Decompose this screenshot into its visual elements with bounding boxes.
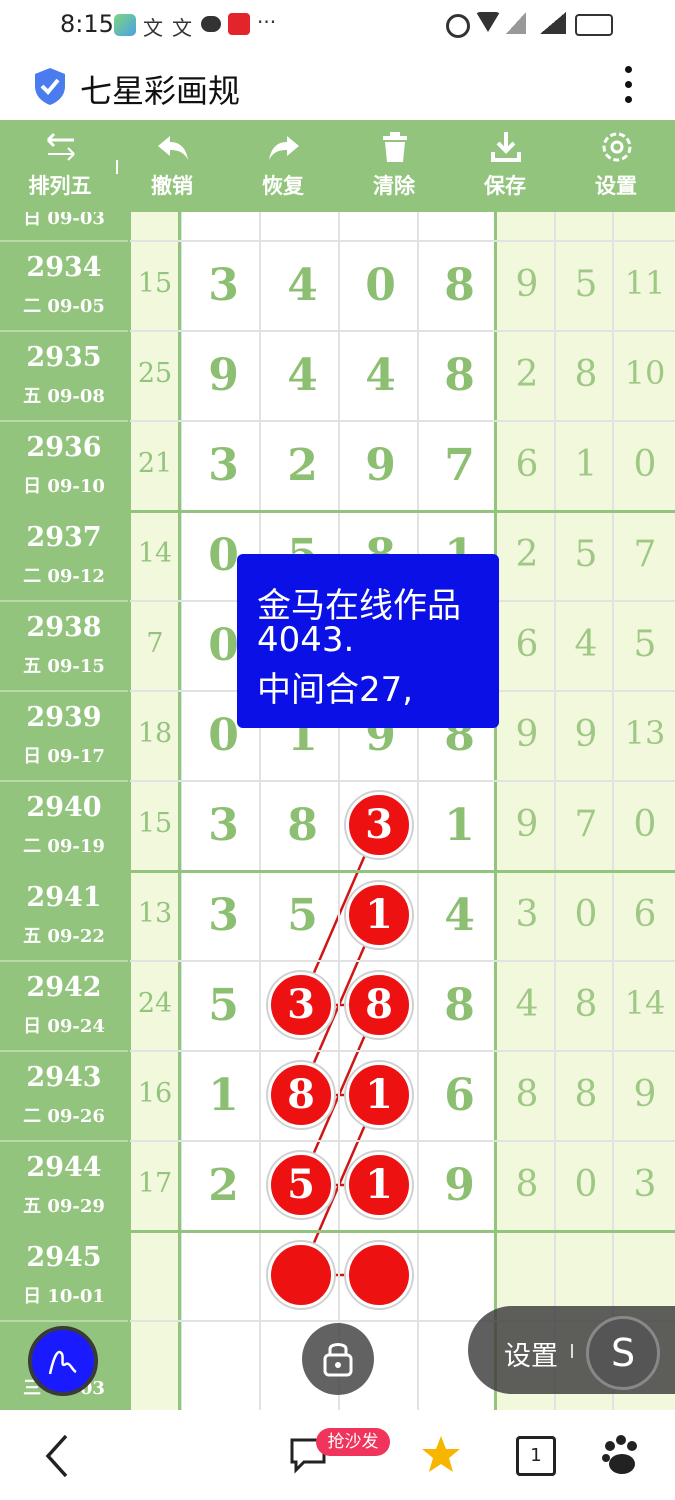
app-icon-1: [114, 14, 136, 36]
ball-col2-2945[interactable]: [268, 1242, 334, 1308]
pen-icon: [48, 1350, 77, 1375]
chat-icon: [201, 16, 221, 32]
settings-button[interactable]: 设置: [566, 120, 666, 212]
paw-icon[interactable]: [600, 1432, 642, 1476]
popup-line-2: 4043.: [257, 620, 355, 660]
battery-icon: [575, 14, 613, 36]
tab-count: 1: [530, 1445, 542, 1466]
undo-button[interactable]: 撤销: [122, 120, 222, 212]
toolbar-label-settings: 设置: [595, 174, 637, 198]
toolbar-label-redo: 恢复: [262, 174, 304, 198]
signal-icon-1: [506, 12, 526, 34]
page-title: 七星彩画规: [80, 72, 241, 110]
issue-divider: [0, 780, 128, 782]
toolbar-label-type: 排列五: [28, 174, 92, 198]
back-icon[interactable]: [42, 1434, 72, 1478]
status-bar: 8:15 文 文 ···: [0, 0, 675, 50]
news-app-icon: [228, 13, 250, 35]
translate-icon-1: 文: [143, 16, 163, 40]
ball-col3-2942[interactable]: 8: [346, 972, 412, 1038]
save-button[interactable]: 保存: [455, 120, 555, 212]
issue-divider: [0, 330, 128, 332]
toolbar-label-undo: 撤销: [151, 174, 193, 198]
redo-icon: [269, 136, 299, 160]
lock-button[interactable]: [302, 1323, 374, 1395]
ball-col2-2942[interactable]: 3: [268, 972, 334, 1038]
more-notifications: ···: [257, 10, 277, 34]
ball-col3-2944[interactable]: 1: [346, 1152, 412, 1218]
issue-divider: [0, 240, 128, 242]
grid-hline: [130, 240, 675, 242]
download-icon: [491, 132, 521, 162]
grid-hline: [130, 330, 675, 332]
grid-hline: [0, 1230, 675, 1233]
ball-col3-2941[interactable]: 1: [346, 882, 412, 948]
grid-hline: [130, 420, 675, 422]
ball-col3-2943[interactable]: 1: [346, 1062, 412, 1128]
gear-icon: [602, 132, 632, 162]
signal-icon-2: [540, 12, 566, 34]
tabs-button[interactable]: 1: [516, 1436, 556, 1476]
lottery-type-button[interactable]: 排列五: [10, 120, 110, 212]
app-bar: 七星彩画规: [0, 50, 675, 120]
issue-divider: [0, 1320, 128, 1322]
toolbar-divider: [116, 160, 118, 174]
floating-divider: [571, 1344, 573, 1358]
wifi-icon: [476, 12, 500, 32]
ball-col3-2945[interactable]: [346, 1242, 412, 1308]
swap-arrows-icon: [46, 132, 75, 161]
status-time: 8:15: [60, 10, 114, 38]
translate-icon-2: 文: [172, 16, 192, 40]
grid-hline: [0, 870, 675, 873]
issue-divider: [0, 1140, 128, 1142]
grid-hline: [130, 960, 675, 962]
issue-divider: [0, 600, 128, 602]
grid-hline: [0, 510, 675, 513]
alarm-icon: [446, 14, 470, 38]
grid-hline: [130, 1140, 675, 1142]
floating-settings-panel[interactable]: 设置 S: [468, 1306, 675, 1394]
ball-col2-2943[interactable]: 8: [268, 1062, 334, 1128]
note-popup[interactable]: 金马在线作品 4043. 中间合27,: [237, 554, 499, 728]
grid-hline: [130, 780, 675, 782]
ball-col2-2944[interactable]: 5: [268, 1152, 334, 1218]
toolbar-label-clear: 清除: [373, 174, 415, 198]
grid-hline: [130, 1050, 675, 1052]
ball-col3-2940[interactable]: 3: [346, 792, 412, 858]
lottery-grid[interactable]: 日 09-03 2934 二 09-05 15 3 4 0 8 9 5 11 2935 五 09-08…: [0, 212, 675, 1410]
shield-icon: [35, 68, 65, 105]
issue-divider: [0, 1050, 128, 1052]
popup-line-3: 中间合27,: [257, 670, 414, 710]
lock-icon: [323, 1343, 353, 1377]
clear-button[interactable]: 清除: [344, 120, 444, 212]
overflow-menu-button[interactable]: [615, 66, 643, 106]
sofa-badge: 抢沙发: [316, 1428, 390, 1456]
issue-divider: [0, 960, 128, 962]
redo-button[interactable]: 恢复: [233, 120, 333, 212]
issue-divider: [0, 420, 128, 422]
toolbar-label-save: 保存: [484, 174, 526, 198]
floating-settings-label[interactable]: 设置: [504, 1334, 558, 1373]
issue-divider: [0, 690, 128, 692]
s-button[interactable]: S: [586, 1316, 660, 1390]
pen-tool-button[interactable]: [28, 1326, 98, 1396]
undo-icon: [158, 136, 188, 160]
trash-icon: [383, 132, 407, 162]
toolbar: 排列五 撤销 恢复 清除 保存 设置: [0, 120, 675, 212]
star-icon[interactable]: [420, 1434, 462, 1474]
